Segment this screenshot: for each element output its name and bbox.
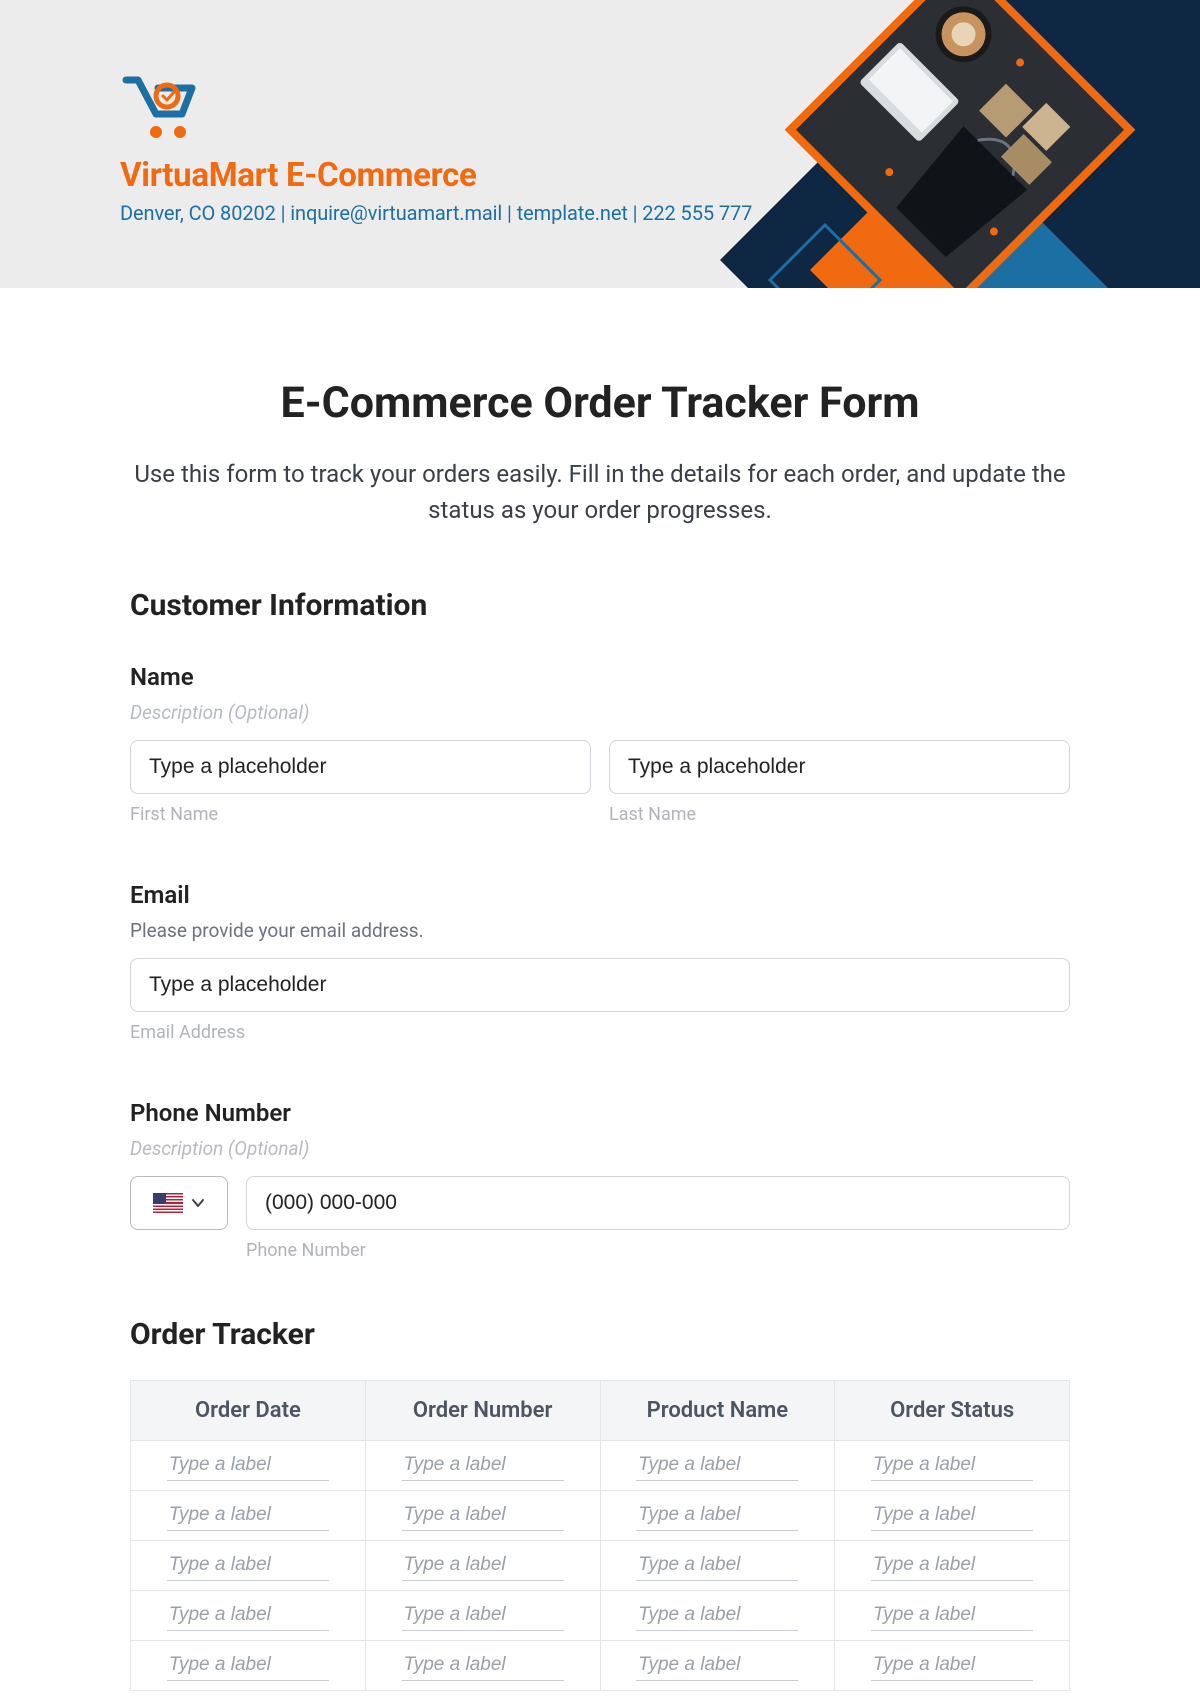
tracker-cell-input[interactable] (167, 1550, 329, 1581)
col-product-name: Product Name (600, 1381, 835, 1441)
phone-description: Description (Optional) (130, 1137, 1070, 1160)
brand-logo (120, 74, 210, 144)
last-name-input[interactable] (609, 740, 1070, 794)
tracker-cell-input[interactable] (871, 1600, 1033, 1631)
customer-info-heading: Customer Information (130, 588, 1070, 623)
tracker-cell-input[interactable] (636, 1600, 798, 1631)
tracker-cell-input[interactable] (167, 1450, 329, 1481)
table-row (131, 1591, 1070, 1641)
form-content: E-Commerce Order Tracker Form Use this f… (0, 288, 1200, 1691)
phone-input[interactable] (246, 1176, 1070, 1230)
name-description: Description (Optional) (130, 701, 1070, 724)
tracker-cell-input[interactable] (167, 1600, 329, 1631)
page-title: E-Commerce Order Tracker Form (130, 378, 1070, 428)
tracker-cell-input[interactable] (167, 1650, 329, 1681)
table-header-row: Order Date Order Number Product Name Ord… (131, 1381, 1070, 1441)
table-row (131, 1491, 1070, 1541)
first-name-sublabel: First Name (130, 804, 591, 825)
brand-contact-line: Denver, CO 80202 | inquire@virtuamart.ma… (120, 201, 752, 225)
col-order-number: Order Number (365, 1381, 600, 1441)
col-order-date: Order Date (131, 1381, 366, 1441)
tracker-cell-input[interactable] (871, 1650, 1033, 1681)
tracker-cell-input[interactable] (636, 1500, 798, 1531)
email-description: Please provide your email address. (130, 919, 1070, 942)
tracker-cell-input[interactable] (636, 1550, 798, 1581)
tracker-cell-input[interactable] (871, 1550, 1033, 1581)
tracker-cell-input[interactable] (402, 1650, 564, 1681)
brand-block: VirtuaMart E-Commerce Denver, CO 80202 |… (120, 74, 752, 225)
first-name-input[interactable] (130, 740, 591, 794)
brand-name: VirtuaMart E-Commerce (120, 156, 752, 195)
page-intro: Use this form to track your orders easil… (130, 456, 1070, 528)
chevron-down-icon (191, 1196, 205, 1210)
name-label: Name (130, 663, 1070, 691)
header-banner: VirtuaMart E-Commerce Denver, CO 80202 |… (0, 0, 1200, 288)
country-code-select[interactable] (130, 1176, 228, 1230)
tracker-cell-input[interactable] (402, 1500, 564, 1531)
tracker-cell-input[interactable] (871, 1450, 1033, 1481)
field-name: Name Description (Optional) First Name L… (130, 663, 1070, 825)
tracker-cell-input[interactable] (636, 1650, 798, 1681)
last-name-sublabel: Last Name (609, 804, 1070, 825)
email-input[interactable] (130, 958, 1070, 1012)
table-row (131, 1541, 1070, 1591)
field-phone: Phone Number Description (Optional) Phon… (130, 1099, 1070, 1261)
field-email: Email Please provide your email address.… (130, 881, 1070, 1043)
tracker-cell-input[interactable] (636, 1450, 798, 1481)
tracker-cell-input[interactable] (402, 1450, 564, 1481)
order-tracker-table: Order Date Order Number Product Name Ord… (130, 1380, 1070, 1691)
email-label: Email (130, 881, 1070, 909)
phone-sublabel: Phone Number (246, 1240, 1070, 1261)
phone-label: Phone Number (130, 1099, 1070, 1127)
col-order-status: Order Status (835, 1381, 1070, 1441)
tracker-cell-input[interactable] (871, 1500, 1033, 1531)
table-row (131, 1641, 1070, 1691)
order-tracker-heading: Order Tracker (130, 1317, 1070, 1352)
tracker-cell-input[interactable] (167, 1500, 329, 1531)
table-row (131, 1441, 1070, 1491)
us-flag-icon (153, 1193, 183, 1213)
email-sublabel: Email Address (130, 1022, 1070, 1043)
tracker-cell-input[interactable] (402, 1600, 564, 1631)
tracker-cell-input[interactable] (402, 1550, 564, 1581)
